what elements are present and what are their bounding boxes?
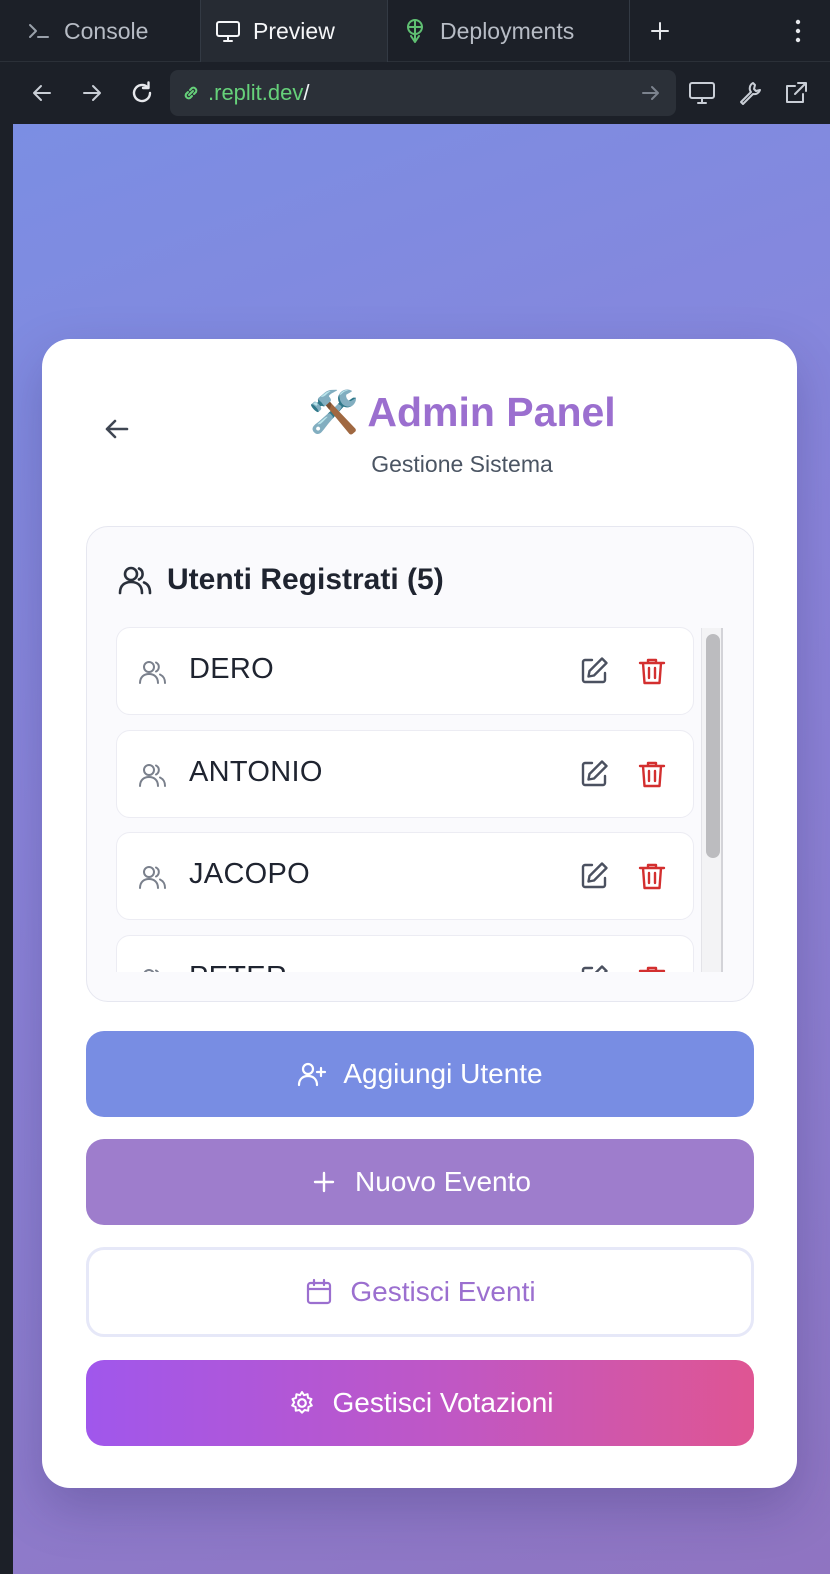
users-heading-text: Utenti Registrati (5) xyxy=(167,563,444,596)
monitor-icon xyxy=(689,82,715,104)
list-item: PETER xyxy=(116,935,694,972)
left-gutter xyxy=(0,124,13,1574)
arrow-right-icon xyxy=(83,85,101,101)
page-subtitle: Gestione Sistema xyxy=(371,451,553,477)
user-icon xyxy=(143,969,159,972)
manage-votes-label: Gestisci Votazioni xyxy=(332,1387,554,1418)
trash-icon[interactable] xyxy=(636,655,668,687)
reload-icon xyxy=(132,81,152,103)
user-icon xyxy=(139,661,166,684)
device-preview-button[interactable] xyxy=(682,73,722,113)
add-user-button[interactable]: Aggiungi Utente xyxy=(86,1031,754,1117)
list-item: ANTONIO xyxy=(116,730,694,818)
url-domain: .replit.dev xyxy=(208,80,304,105)
tab-preview[interactable]: Preview xyxy=(200,0,388,62)
list-item: DERO xyxy=(116,627,694,715)
trash-icon[interactable] xyxy=(636,963,668,972)
users-heading: Utenti Registrati (5) xyxy=(117,562,444,598)
trash-icon[interactable] xyxy=(636,758,668,790)
preview-navbar: .replit.dev/ xyxy=(0,62,830,124)
users-icon xyxy=(117,562,153,598)
url-path: / xyxy=(303,80,310,105)
users-list[interactable]: DERO ANTONIO JACOPO xyxy=(116,627,726,972)
plus-icon xyxy=(651,22,669,40)
user-name: PETER xyxy=(189,961,287,972)
manage-votes-button[interactable]: Gestisci Votazioni xyxy=(86,1360,754,1446)
tab-console[interactable]: Console xyxy=(12,0,200,62)
scrollbar-thumb[interactable] xyxy=(706,634,720,858)
external-link-icon xyxy=(786,82,807,103)
trash-icon[interactable] xyxy=(636,860,668,892)
reload-button[interactable] xyxy=(122,73,162,113)
back-button[interactable] xyxy=(22,73,62,113)
new-event-button[interactable]: Nuovo Evento xyxy=(86,1139,754,1225)
add-user-label: Aggiungi Utente xyxy=(343,1058,543,1089)
page-title-text: Admin Panel xyxy=(367,389,616,435)
forward-button[interactable] xyxy=(72,73,112,113)
plus-icon xyxy=(309,1167,339,1197)
calendar-icon xyxy=(304,1277,334,1307)
devtools-button[interactable] xyxy=(730,73,770,113)
new-tab-button[interactable] xyxy=(630,0,690,62)
monitor-icon xyxy=(215,18,241,44)
tab-deployments-label: Deployments xyxy=(440,17,575,44)
edit-icon[interactable] xyxy=(578,758,610,790)
user-name: DERO xyxy=(189,653,274,685)
terminal-icon xyxy=(26,18,52,44)
more-vertical-icon xyxy=(795,19,801,43)
wrench-icon xyxy=(740,82,761,105)
preview-viewport: 🛠️ Admin Panel Gestione Sistema Utenti Re… xyxy=(13,124,830,1574)
user-icon xyxy=(139,866,166,889)
user-icon xyxy=(139,764,166,787)
workspace-tab-bar: Console Preview Deployments xyxy=(0,0,830,62)
tab-preview-label: Preview xyxy=(253,17,335,44)
gear-icon xyxy=(287,1388,317,1418)
tools-icon: 🛠️ xyxy=(308,389,360,435)
arrow-left-icon xyxy=(33,85,51,101)
tab-menu-button[interactable] xyxy=(770,0,826,62)
user-name: ANTONIO xyxy=(189,756,323,788)
admin-card: 🛠️ Admin Panel Gestione Sistema Utenti Re… xyxy=(42,339,797,1488)
registered-users-panel: Utenti Registrati (5) DERO ANTONIO JACOP… xyxy=(86,526,754,1002)
url-bar[interactable]: .replit.dev/ xyxy=(170,70,676,116)
users-scrollbar[interactable] xyxy=(701,628,723,972)
new-event-label: Nuovo Evento xyxy=(355,1166,531,1197)
tab-console-label: Console xyxy=(64,17,149,44)
link-icon xyxy=(178,80,204,106)
list-item: JACOPO xyxy=(116,832,694,920)
go-arrow-icon[interactable] xyxy=(640,82,662,104)
open-new-window-button[interactable] xyxy=(776,73,816,113)
deploy-icon xyxy=(402,18,428,44)
edit-icon[interactable] xyxy=(578,655,610,687)
user-name: JACOPO xyxy=(189,858,311,890)
edit-icon[interactable] xyxy=(578,963,610,972)
tab-deployments[interactable]: Deployments xyxy=(388,0,630,62)
page-title: 🛠️ Admin Panel xyxy=(42,389,830,437)
edit-icon[interactable] xyxy=(578,860,610,892)
user-plus-icon xyxy=(297,1059,327,1089)
manage-events-label: Gestisci Eventi xyxy=(350,1276,536,1307)
manage-events-button[interactable]: Gestisci Eventi xyxy=(86,1247,754,1337)
